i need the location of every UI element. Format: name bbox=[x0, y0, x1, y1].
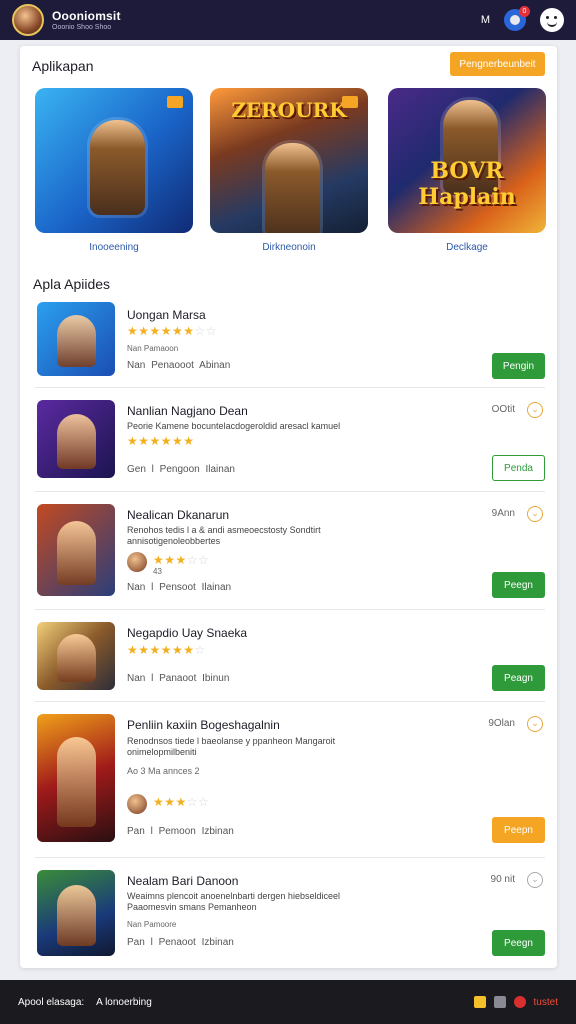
list-item[interactable]: Uongan Marsa ★★★★★★☆☆ Nan Pamaoon Nan Pe… bbox=[35, 296, 545, 388]
notification-badge: 0 bbox=[519, 6, 530, 17]
bottom-bar: Apool elasaga: A lonoerbing tustet bbox=[0, 980, 576, 1024]
heart-icon[interactable] bbox=[513, 996, 526, 1008]
app-thumbnail bbox=[37, 302, 115, 376]
chevron-down-icon[interactable]: ⌄ bbox=[527, 716, 543, 732]
install-button[interactable]: Penda bbox=[492, 455, 545, 481]
rating-stars: ★★★★★★☆☆ bbox=[127, 324, 218, 338]
app-meta: Nan l Pensoot Ilainan bbox=[127, 582, 232, 593]
badge-icon bbox=[342, 96, 358, 108]
rating-stars: ★★★☆☆ bbox=[153, 553, 210, 567]
install-button[interactable]: Pengin bbox=[492, 353, 545, 379]
app-extra: Ao 3 Ma annces 2 bbox=[127, 766, 200, 776]
app-name: Nealican Dkanarun bbox=[127, 508, 230, 522]
app-thumbnail bbox=[37, 504, 115, 596]
emoji-icon[interactable] bbox=[473, 996, 486, 1008]
app-size: OOtit bbox=[491, 404, 515, 415]
featured-app-1[interactable] bbox=[35, 88, 193, 233]
featured-app-2[interactable]: ZEROURK bbox=[210, 88, 368, 233]
rating-stars: ★★★★★★☆ bbox=[127, 643, 206, 657]
app-meta: Nan l Panaoot Ibinun bbox=[127, 673, 230, 684]
app-name: Negapdio Uay Snaeka bbox=[127, 626, 248, 640]
app-description: Peorie Kamene bocuntelacdogeroldid aresa… bbox=[127, 421, 341, 431]
list-item[interactable]: Nanlian Nagjano Dean Peorie Kamene bocun… bbox=[35, 388, 545, 492]
app-meta: Nan Penaooot Abinan bbox=[127, 360, 231, 371]
app-name: Uongan Marsa bbox=[127, 308, 206, 322]
app-subtitle: Ooonio Shoo Shoo bbox=[52, 24, 112, 31]
install-button[interactable]: Peegn bbox=[492, 930, 545, 956]
app-description: Renodnsos tiede l baeolanse y ppanheon M… bbox=[127, 736, 336, 757]
app-size: 9Olan bbox=[488, 718, 515, 729]
list-item[interactable]: Penliin kaxiin Bogeshagalnin Renodnsos t… bbox=[35, 702, 545, 858]
featured-app-3[interactable]: BOVR Haplain bbox=[388, 88, 546, 233]
app-description: Weaimns plencoit anoenelnbarti dergen hi… bbox=[127, 891, 340, 912]
app-extra: 43 bbox=[153, 567, 162, 576]
app-size: 90 nit bbox=[490, 874, 515, 885]
app-meta: Gen l Pengoon Ilainan bbox=[127, 464, 235, 475]
app-size: 9Ann bbox=[491, 508, 515, 519]
chevron-down-icon[interactable]: ⌄ bbox=[527, 402, 543, 418]
game-logo: BOVR Haplain bbox=[418, 158, 516, 210]
app-name: Nealam Bari Danoon bbox=[127, 874, 239, 888]
app-thumbnail bbox=[37, 622, 115, 690]
app-extra: Nan Pamaoon bbox=[127, 344, 179, 353]
app-meta: Pan l Pemoon Izbinan bbox=[127, 826, 234, 837]
app-meta: Pan l Penaoot Izbinan bbox=[127, 937, 234, 948]
badge-icon bbox=[167, 96, 183, 108]
developer-avatar bbox=[127, 552, 147, 572]
profile-smiley-icon[interactable] bbox=[540, 8, 564, 32]
app-name: Penliin kaxiin Bogeshagalnin bbox=[127, 718, 280, 732]
footer-text-secondary[interactable]: A lonoerbing bbox=[96, 997, 152, 1008]
featured-label-3[interactable]: Declkage bbox=[388, 242, 546, 253]
app-thumbnail bbox=[37, 400, 115, 478]
install-button[interactable]: Peegn bbox=[492, 572, 545, 598]
chevron-down-icon[interactable]: ⌄ bbox=[527, 506, 543, 522]
rating-stars: ★★★★★★ bbox=[127, 434, 195, 448]
footer-text-left[interactable]: Apool elasaga: bbox=[18, 997, 84, 1008]
featured-label-1[interactable]: Inooeening bbox=[35, 242, 193, 253]
list-item[interactable]: Nealican Dkanarun Renohos tedis l a & an… bbox=[35, 492, 545, 610]
app-extra: Nan Pamoore bbox=[127, 920, 177, 929]
developer-avatar bbox=[127, 794, 147, 814]
chevron-down-icon[interactable]: ⌄ bbox=[527, 872, 543, 888]
app-thumbnail bbox=[37, 870, 115, 956]
lock-icon[interactable] bbox=[493, 996, 506, 1008]
install-button[interactable]: Peagn bbox=[492, 665, 545, 691]
app-name: Nanlian Nagjano Dean bbox=[127, 404, 248, 418]
app-thumbnail bbox=[37, 714, 115, 842]
app-description: Renohos tedis l a & andi asmeoecstosty S… bbox=[127, 525, 321, 546]
featured-label-2[interactable]: Dirkneonoin bbox=[210, 242, 368, 253]
brand: Oooniomsit Ooonio Shoo Shoo bbox=[52, 9, 121, 31]
list-section-title: Apla Apiides bbox=[33, 276, 111, 292]
footer-actions: tustet bbox=[473, 996, 558, 1008]
top-menu-text[interactable]: M bbox=[481, 14, 490, 26]
list-item[interactable]: Negapdio Uay Snaeka ★★★★★★☆ Nan l Panaoo… bbox=[35, 610, 545, 702]
top-actions: M 0 bbox=[481, 6, 564, 32]
hero-artwork bbox=[90, 119, 146, 215]
rating-stars: ★★★☆☆ bbox=[153, 795, 210, 809]
avatar[interactable] bbox=[12, 4, 44, 36]
list-item[interactable]: Nealam Bari Danoon Weaimns plencoit anoe… bbox=[35, 858, 545, 962]
game-logo: ZEROURK bbox=[231, 98, 347, 122]
top-bar: Oooniomsit Ooonio Shoo Shoo M 0 bbox=[0, 0, 576, 40]
hero-artwork bbox=[265, 143, 321, 233]
app-title: Oooniomsit bbox=[52, 9, 121, 23]
main-card: Aplikapan Pengnerbeunbeit ZEROURK BOVR H… bbox=[20, 46, 557, 968]
notification-icon[interactable]: 0 bbox=[504, 6, 530, 31]
install-button[interactable]: Peepn bbox=[492, 817, 545, 843]
featured-cta-button[interactable]: Pengnerbeunbeit bbox=[450, 52, 545, 76]
featured-section-title: Aplikapan bbox=[32, 58, 94, 74]
footer-link[interactable]: tustet bbox=[534, 997, 558, 1008]
